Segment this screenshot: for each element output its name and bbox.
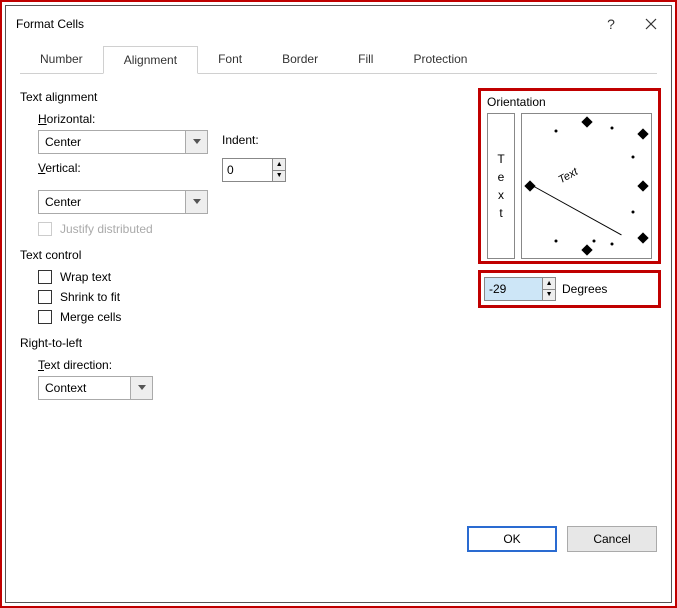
tab-number[interactable]: Number [20,46,103,73]
degrees-value[interactable] [485,278,542,300]
dial-text: Text [556,166,580,186]
format-cells-dialog: Format Cells ? Number Alignment Font Bor… [5,5,672,603]
text-direction-value: Context [39,381,130,395]
text-direction-combo[interactable]: Context [38,376,153,400]
close-icon [645,18,657,30]
close-button[interactable] [631,6,671,42]
vertical-text-button[interactable]: Text [487,113,515,259]
spinner-down-icon[interactable]: ▼ [543,290,555,301]
tabs: Number Alignment Font Border Fill Protec… [20,46,657,74]
vertical-combo[interactable]: Center [38,190,208,214]
degrees-spinner[interactable]: ▲▼ [484,277,556,301]
indent-value[interactable] [223,159,272,181]
right-to-left-label: Right-to-left [20,336,657,350]
degrees-highlight: ▲▼ Degrees [478,270,661,308]
chevron-down-icon [130,377,152,399]
title-bar: Format Cells ? [6,6,671,42]
indent-spinner[interactable]: ▲▼ [222,158,286,182]
spinner-down-icon[interactable]: ▼ [273,171,285,182]
text-direction-label: Text direction: [38,358,657,372]
tab-alignment[interactable]: Alignment [103,46,198,74]
orientation-highlight: Orientation Text [478,88,661,264]
help-button[interactable]: ? [591,6,631,42]
tab-font[interactable]: Font [198,46,262,73]
vertical-value: Center [39,195,185,209]
chevron-down-icon [185,131,207,153]
orientation-dial[interactable]: Text [521,113,652,259]
window-title: Format Cells [16,17,591,31]
indent-label: Indent: [222,133,259,147]
horizontal-value: Center [39,135,185,149]
tab-protection[interactable]: Protection [393,46,487,73]
cancel-button[interactable]: Cancel [567,526,657,552]
spinner-up-icon[interactable]: ▲ [273,159,285,171]
tab-fill[interactable]: Fill [338,46,393,73]
merge-cells-checkbox[interactable]: Merge cells [38,310,657,324]
degrees-label: Degrees [562,282,607,296]
spinner-up-icon[interactable]: ▲ [543,278,555,290]
ok-button[interactable]: OK [467,526,557,552]
chevron-down-icon [185,191,207,213]
orientation-label: Orientation [487,95,652,109]
tab-border[interactable]: Border [262,46,338,73]
horizontal-combo[interactable]: Center [38,130,208,154]
vertical-label: Vertical: [38,161,208,175]
